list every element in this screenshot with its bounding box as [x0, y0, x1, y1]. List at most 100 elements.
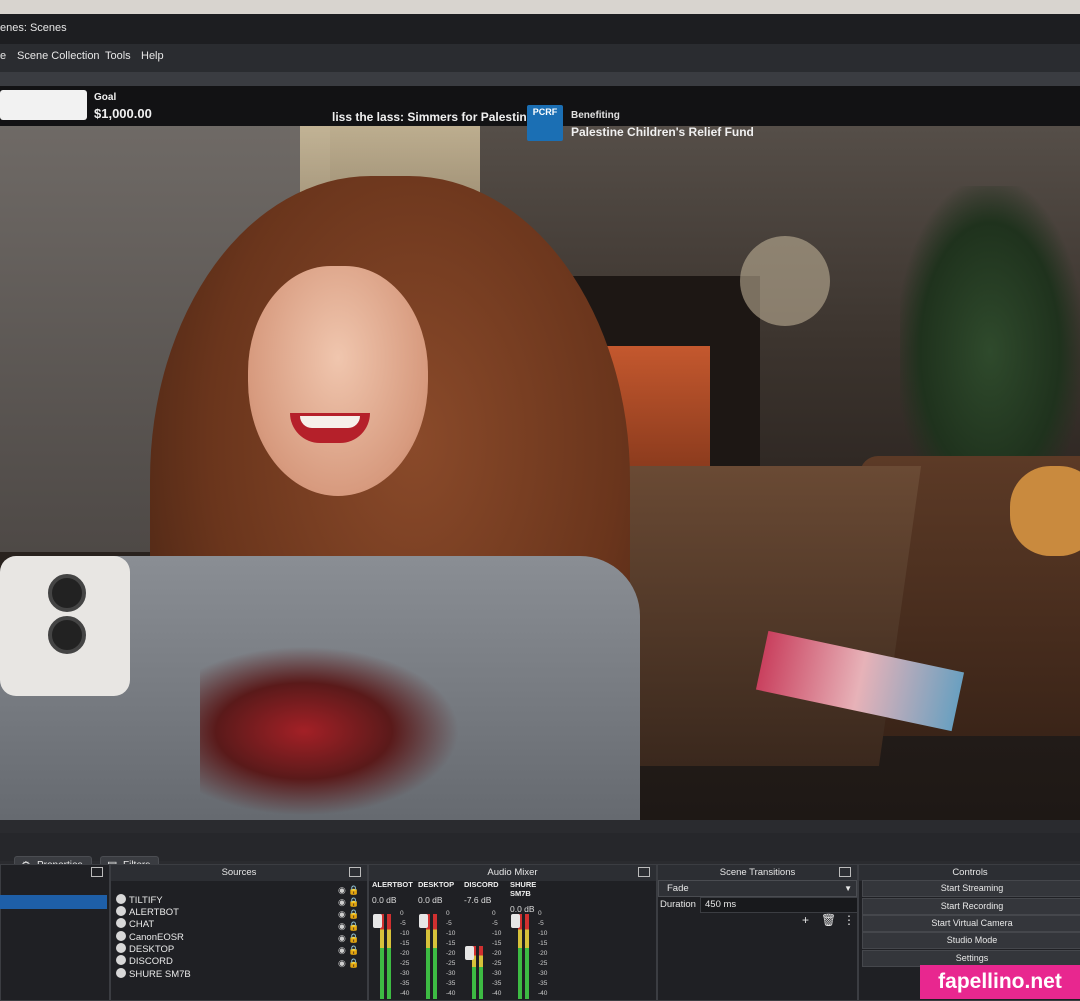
meter-scale-label: -30 [400, 970, 410, 977]
transition-select[interactable]: Fade ▼ [658, 880, 857, 897]
menu-bar: e Scene Collection Tools Help [0, 44, 1080, 72]
studio-mode-button[interactable]: Studio Mode [862, 932, 1080, 949]
menu-item-scene-collection[interactable]: Scene Collection [17, 50, 100, 62]
channel-name: ALERTBOT [372, 880, 413, 889]
window-title: enes: Scenes [0, 22, 67, 34]
scene-transitions-title: Scene Transitions [658, 865, 857, 881]
channel-name: SHURE SM7B [510, 880, 537, 898]
meter-scale-label: -40 [538, 990, 548, 997]
source-item[interactable]: TILTIFY [116, 894, 163, 906]
source-toolbar [0, 833, 1080, 861]
undock-icon[interactable] [91, 867, 103, 877]
meter-scale-label: -5 [400, 920, 406, 927]
start-virtual-camera-button[interactable]: Start Virtual Camera [862, 915, 1080, 932]
meter-scale-label: -5 [492, 920, 498, 927]
duration-input[interactable]: 450 ms [700, 897, 858, 913]
volume-meter-bar [433, 914, 437, 999]
start-streaming-button[interactable]: Start Streaming [862, 880, 1080, 897]
add-icon[interactable]: + [802, 913, 809, 927]
meter-scale-label: -15 [538, 940, 548, 947]
source-label: CanonEOSR [129, 932, 184, 943]
undock-icon[interactable] [349, 867, 361, 877]
meter-scale-label: 0 [492, 910, 496, 917]
source-item[interactable]: ALERTBOT [116, 906, 179, 918]
undock-icon[interactable] [839, 867, 851, 877]
channel-name: DISCORD [464, 880, 499, 889]
meter-scale-label: -30 [492, 970, 502, 977]
volume-fader-handle[interactable] [419, 914, 428, 928]
meter-scale-label: -20 [400, 950, 410, 957]
chevron-down-icon: ▼ [844, 884, 852, 893]
volume-meter-bar [479, 946, 483, 999]
event-title: liss the lass: Simmers for Palestine [332, 110, 534, 124]
person-teeth [300, 416, 360, 428]
pcrf-logo-text: PCRF [532, 107, 558, 117]
volume-fader-handle[interactable] [465, 946, 474, 960]
menu-item-tools[interactable]: Tools [105, 50, 131, 62]
channel-db: -7.6 dB [464, 895, 492, 905]
toolbar-strip [0, 72, 1080, 86]
phone-lens [48, 616, 86, 654]
source-icon [116, 906, 126, 916]
meter-scale-label: -35 [538, 980, 548, 987]
trash-icon[interactable]: 🗑 [821, 913, 836, 927]
meter-scale-label: -10 [538, 930, 548, 937]
window-titlebar: enes: Scenes [0, 14, 1080, 44]
volume-fader-handle[interactable] [511, 914, 520, 928]
menu-item-help[interactable]: Help [141, 50, 164, 62]
more-icon[interactable]: ⋮ [843, 913, 855, 927]
eye-icon[interactable]: ◉ 🔒 [338, 897, 360, 908]
source-label: DISCORD [129, 956, 173, 967]
eye-icon[interactable]: ◉ 🔒 [338, 909, 360, 920]
scene-item-selected[interactable] [0, 895, 107, 909]
volume-meter-bar [387, 914, 391, 999]
start-recording-button[interactable]: Start Recording [862, 898, 1080, 915]
source-icon [116, 894, 126, 904]
source-label: DESKTOP [129, 944, 175, 955]
preview-canvas[interactable] [0, 86, 1080, 820]
eye-icon[interactable]: ◉ 🔒 [338, 958, 360, 969]
mixer-channel: DISCORD -7.6 dB [464, 880, 506, 905]
benefiting-value: Palestine Children's Relief Fund [571, 125, 754, 139]
meter-scale-label: -35 [400, 980, 410, 987]
meter-scale-label: -20 [492, 950, 502, 957]
watermark: fapellino.net [920, 965, 1080, 999]
source-item[interactable]: SHURE SM7B [116, 968, 191, 980]
eye-icon[interactable]: ◉ 🔒 [338, 945, 360, 956]
channel-db: 0.0 dB [418, 895, 443, 905]
meter-scale-label: -40 [446, 990, 456, 997]
source-label: ALERTBOT [129, 907, 179, 918]
meter-scale-label: -15 [400, 940, 410, 947]
source-item[interactable]: CHAT [116, 918, 154, 930]
transition-selected: Fade [667, 883, 689, 894]
mixer-channel: SHURE SM7B 0.0 dB [510, 880, 552, 914]
audio-mixer-title: Audio Mixer [369, 865, 656, 881]
meter-scale-label: -5 [446, 920, 452, 927]
meter-scale-label: -30 [538, 970, 548, 977]
source-item[interactable]: CanonEOSR [116, 931, 184, 943]
shirt-print [200, 646, 460, 816]
meter-scale-label: -40 [400, 990, 410, 997]
eye-icon[interactable]: ◉ 🔒 [338, 921, 360, 932]
meter-scale-label: -25 [400, 960, 410, 967]
eye-icon[interactable]: ◉ 🔒 [338, 933, 360, 944]
volume-fader-handle[interactable] [373, 914, 382, 928]
undock-icon[interactable] [638, 867, 650, 877]
pcrf-logo: PCRF [527, 105, 563, 141]
pillow [1010, 466, 1080, 556]
volume-meter-bar [525, 914, 529, 999]
source-item[interactable]: DISCORD [116, 955, 173, 967]
mixer-channel: DESKTOP 0.0 dB [418, 880, 460, 905]
menu-item-edit[interactable]: e [0, 50, 6, 62]
speaker-icon [116, 955, 126, 965]
source-label: SHURE SM7B [129, 969, 191, 980]
channel-db: 0.0 dB [372, 895, 397, 905]
meter-scale-label: -20 [446, 950, 456, 957]
duration-label: Duration [660, 899, 696, 910]
source-item[interactable]: DESKTOP [116, 943, 174, 955]
meter-scale-label: -10 [492, 930, 502, 937]
meter-scale-label: -25 [492, 960, 502, 967]
controls-title: Controls [859, 865, 1080, 881]
eye-icon[interactable]: ◉ 🔒 [338, 885, 360, 896]
meter-scale-label: -10 [400, 930, 410, 937]
